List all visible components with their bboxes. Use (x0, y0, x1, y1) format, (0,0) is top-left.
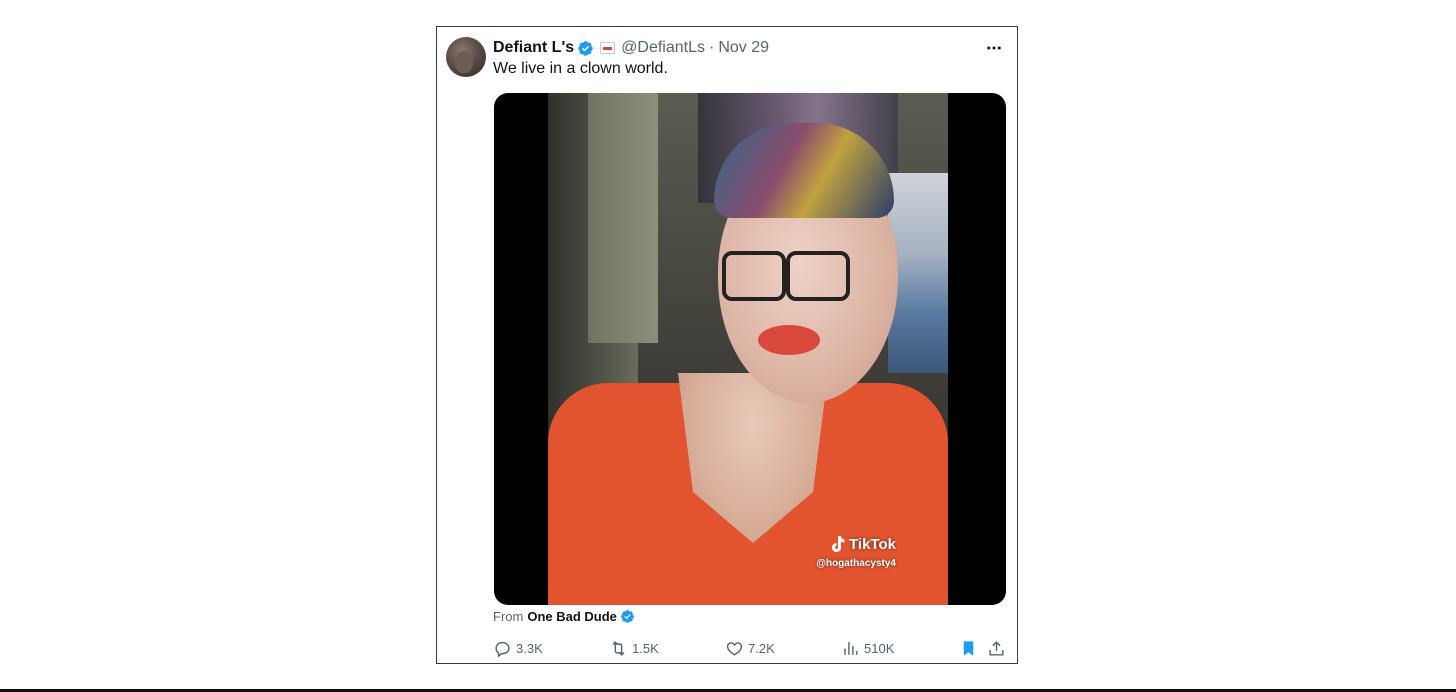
retweet-button[interactable]: 1.5K (609, 639, 659, 658)
tweet-actions: 3.3K 1.5K 7.2K 510K (493, 639, 1007, 659)
tweet-card[interactable]: Defiant L's @DefiantLs · Nov 29 We live … (436, 26, 1018, 664)
more-dots-icon (987, 46, 1001, 50)
tiktok-handle: @hogathacysty4 (816, 558, 896, 569)
video-frame: TikTok @hogathacysty4 (548, 93, 948, 605)
tiktok-brand: TikTok (849, 535, 896, 553)
heart-icon (726, 642, 743, 656)
author-handle[interactable]: @DefiantLs (621, 39, 705, 57)
author-name[interactable]: Defiant L's (493, 39, 574, 57)
tweet-text: We live in a clown world. (493, 60, 668, 77)
reply-icon (495, 641, 510, 658)
reply-button[interactable]: 3.3K (493, 639, 543, 658)
views-button[interactable]: 510K (841, 639, 894, 658)
glasses-right-lens (786, 251, 850, 301)
more-options-button[interactable] (983, 37, 1005, 59)
glasses-left-lens (722, 251, 786, 301)
views-count: 510K (864, 641, 895, 656)
background-door (588, 93, 658, 343)
share-button[interactable] (987, 639, 1010, 658)
avatar-face (455, 51, 473, 73)
tiktok-watermark: TikTok (829, 535, 896, 553)
verified-badge-icon (621, 610, 634, 623)
attribution-name[interactable]: One Bad Dude (527, 609, 617, 624)
author-avatar[interactable] (446, 37, 486, 77)
share-icon (989, 641, 1004, 656)
bookmark-icon (963, 641, 974, 656)
person-lips (758, 325, 820, 355)
like-button[interactable]: 7.2K (725, 639, 775, 658)
like-count: 7.2K (748, 641, 775, 656)
tweet-header: Defiant L's @DefiantLs · Nov 29 (493, 37, 769, 59)
tweet-video[interactable]: TikTok @hogathacysty4 (494, 93, 1006, 605)
attribution-prefix: From (493, 609, 524, 624)
flag-icon (600, 42, 616, 54)
page: Defiant L's @DefiantLs · Nov 29 We live … (0, 0, 1456, 692)
separator-dot: · (709, 39, 715, 56)
views-chart-icon (844, 642, 858, 655)
bookmark-button[interactable] (959, 639, 982, 658)
video-attribution: From One Bad Dude (493, 609, 635, 624)
retweet-icon (612, 641, 625, 656)
tweet-date[interactable]: Nov 29 (718, 39, 769, 57)
reply-count: 3.3K (516, 641, 543, 656)
tiktok-note-icon (832, 536, 845, 552)
verified-badge-icon (578, 40, 593, 56)
retweet-count: 1.5K (632, 641, 659, 656)
